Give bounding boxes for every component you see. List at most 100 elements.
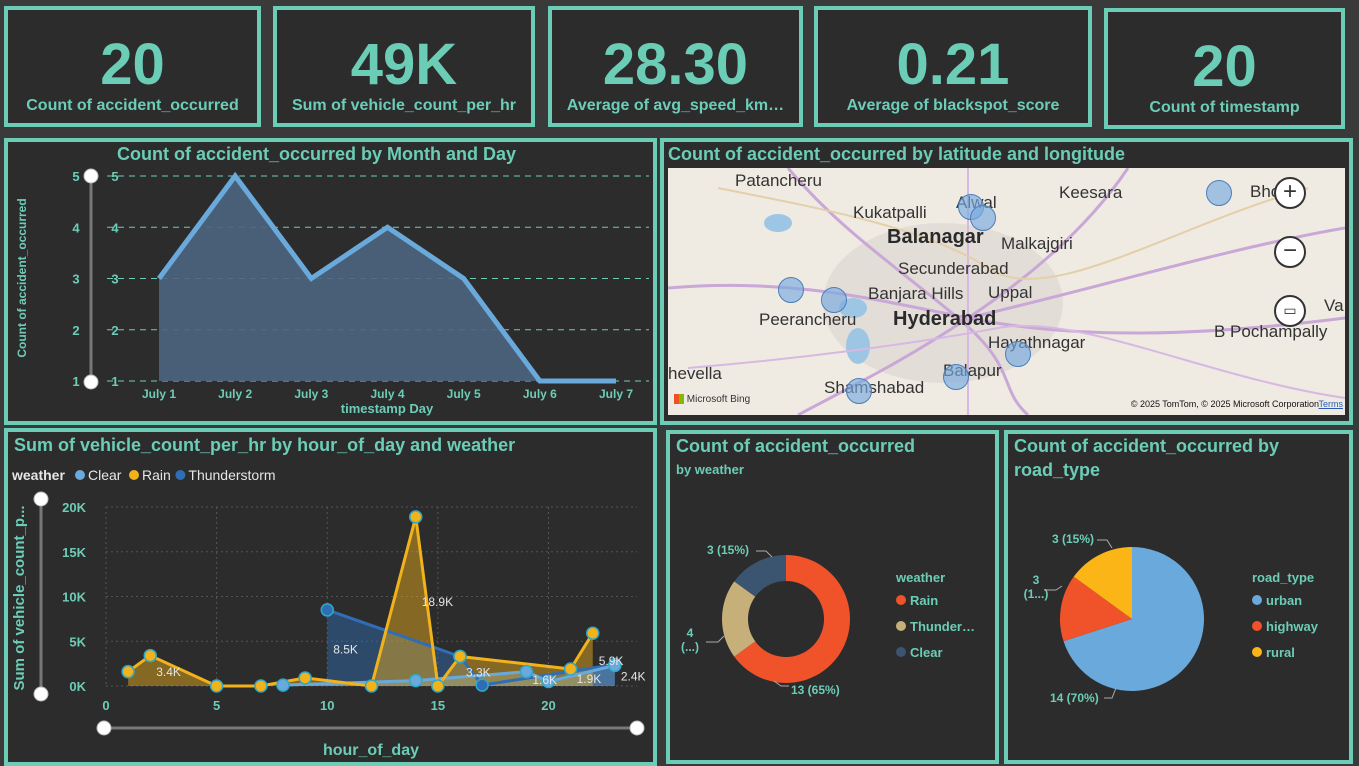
legend-label[interactable]: Rain xyxy=(910,593,938,608)
y-tick-label: 2 xyxy=(72,323,79,338)
legend-marker xyxy=(896,621,906,631)
legend-label[interactable]: Clear xyxy=(910,645,943,660)
legend-marker xyxy=(75,470,85,480)
legend-label[interactable]: urban xyxy=(1266,593,1302,608)
kpi-value: 0.21 xyxy=(896,32,1010,97)
map-bubble[interactable] xyxy=(778,277,804,303)
zoom-in-button[interactable]: + xyxy=(1274,177,1306,209)
data-point[interactable] xyxy=(320,603,334,617)
kpi-label: Sum of vehicle_count_per_hr xyxy=(291,97,517,114)
kpi-value: 20 xyxy=(1192,34,1257,99)
map-label: Va xyxy=(1324,296,1344,315)
data-point[interactable] xyxy=(254,679,268,693)
kpi-label: Average of avg_speed_km… xyxy=(566,97,785,114)
legend-label[interactable]: Rain xyxy=(142,467,171,483)
data-point[interactable] xyxy=(409,673,423,688)
legend-label[interactable]: Thunderstorm xyxy=(188,467,275,483)
kpi-label: Count of timestamp xyxy=(1149,99,1300,116)
map-copyright: © 2025 TomTom, © 2025 Microsoft Corporat… xyxy=(1131,399,1319,409)
x-range-slider-right-handle[interactable] xyxy=(629,720,645,736)
data-label: 2.4K xyxy=(621,669,646,683)
line-x-axis-label: hour_of_day xyxy=(323,742,419,759)
legend-marker xyxy=(896,595,906,605)
data-point[interactable] xyxy=(586,626,600,640)
data-label: 18.9K xyxy=(422,595,453,609)
line-y-axis-label: Sum of vehicle_count_p... xyxy=(11,505,28,690)
y-range-slider-top-handle[interactable] xyxy=(33,491,49,507)
x-tick-label: July 5 xyxy=(447,387,481,401)
pie-chart: 14 (70%) 3(1...) 3 (15%) road_type urban hi… xyxy=(1024,532,1319,705)
x-tick-label: 10 xyxy=(320,698,334,713)
map-label: Malkajgiri xyxy=(1001,234,1073,253)
legend-label[interactable]: highway xyxy=(1266,619,1319,634)
x-tick-label: July 7 xyxy=(599,387,633,401)
data-point[interactable] xyxy=(519,664,534,679)
x-range-slider-left-handle[interactable] xyxy=(96,720,112,736)
slice-label: 14 (70%) xyxy=(1050,691,1099,705)
y-range-slider-bottom-handle[interactable] xyxy=(83,374,99,390)
data-label: 3.3K xyxy=(466,666,491,680)
data-point[interactable] xyxy=(143,648,157,663)
y-range-slider-bottom-handle[interactable] xyxy=(33,686,49,702)
map-label: hevella xyxy=(668,364,722,383)
y-tick-label: 2 xyxy=(111,323,118,338)
kpi-card-blackspot-score[interactable]: 0.21 Average of blackspot_score xyxy=(814,6,1092,127)
x-tick-label: 0 xyxy=(102,698,109,713)
y-range-slider-top-handle[interactable] xyxy=(83,168,99,184)
data-point[interactable] xyxy=(364,679,379,693)
data-point[interactable] xyxy=(563,662,578,676)
data-point[interactable] xyxy=(276,678,290,692)
y-tick-label: 5 xyxy=(111,169,118,184)
kpi-label: Count of accident_occurred xyxy=(26,97,239,114)
legend-label[interactable]: rural xyxy=(1266,645,1295,660)
slice-label: (1...) xyxy=(1024,587,1049,601)
data-label: 5.9K xyxy=(599,654,624,668)
data-label: 8.5K xyxy=(333,642,358,656)
terms-link[interactable]: Terms xyxy=(1319,399,1344,409)
kpi-card-accident-count[interactable]: 20 Count of accident_occurred xyxy=(4,6,261,127)
map-label: Kukatpalli xyxy=(853,203,927,222)
legend-marker xyxy=(129,470,139,480)
x-tick-label: July 2 xyxy=(218,387,252,401)
y-tick-label: 1 xyxy=(72,374,79,389)
data-point[interactable] xyxy=(298,671,312,685)
map-label: Uppal xyxy=(988,283,1033,302)
y-tick-label: 3 xyxy=(72,272,79,287)
legend-marker xyxy=(1252,647,1262,657)
slice-label: 3 (15%) xyxy=(1052,532,1094,546)
data-point[interactable] xyxy=(121,664,135,679)
y-tick-label: 1 xyxy=(111,374,118,389)
map-bubble[interactable] xyxy=(1005,341,1031,367)
data-point[interactable] xyxy=(209,679,224,693)
kpi-card-vehicle-count[interactable]: 49K Sum of vehicle_count_per_hr xyxy=(273,6,535,127)
map-bubble[interactable] xyxy=(821,287,847,313)
x-tick-label: 20 xyxy=(541,698,555,713)
map-canvas[interactable]: Patancheru Kukatpalli Alwal Keesara Bhon… xyxy=(668,168,1345,415)
donut-chart: 13 (65%) 4(...) 3 (15%) weather Rain Thunde… xyxy=(681,543,975,697)
select-icon[interactable]: ▭ xyxy=(1274,295,1306,327)
data-point[interactable] xyxy=(409,510,423,524)
area-x-axis-label: timestamp Day xyxy=(341,401,434,416)
x-tick-label: July 3 xyxy=(294,387,328,401)
line-chart: weather Clear Rain Thunderstorm 3.4K 8.5K 18… xyxy=(11,467,646,759)
kpi-card-timestamp-count[interactable]: 20 Count of timestamp xyxy=(1104,8,1345,129)
zoom-out-button[interactable]: − xyxy=(1274,236,1306,268)
map-bubble[interactable] xyxy=(846,378,872,404)
legend-label[interactable]: Clear xyxy=(88,467,122,483)
kpi-value: 28.30 xyxy=(602,32,749,97)
legend-label[interactable]: Thunder… xyxy=(910,619,975,634)
bing-label: Microsoft Bing xyxy=(686,394,751,405)
map-bubble[interactable] xyxy=(1206,180,1232,206)
map-label: Patancheru xyxy=(735,171,822,190)
kpi-card-avg-speed[interactable]: 28.30 Average of avg_speed_km… xyxy=(548,6,803,127)
y-tick-label: 0K xyxy=(69,679,86,694)
data-point[interactable] xyxy=(475,678,489,692)
pie-legend-title: road_type xyxy=(1252,570,1314,585)
map-bubble[interactable] xyxy=(943,364,969,390)
map-label: Balanagar xyxy=(887,226,984,248)
data-point[interactable] xyxy=(431,679,445,693)
map-bubble[interactable] xyxy=(970,205,996,231)
kpi-label: Average of blackspot_score xyxy=(846,97,1060,114)
map-label: Hayathnagar xyxy=(988,333,1086,352)
data-point[interactable] xyxy=(453,649,467,664)
